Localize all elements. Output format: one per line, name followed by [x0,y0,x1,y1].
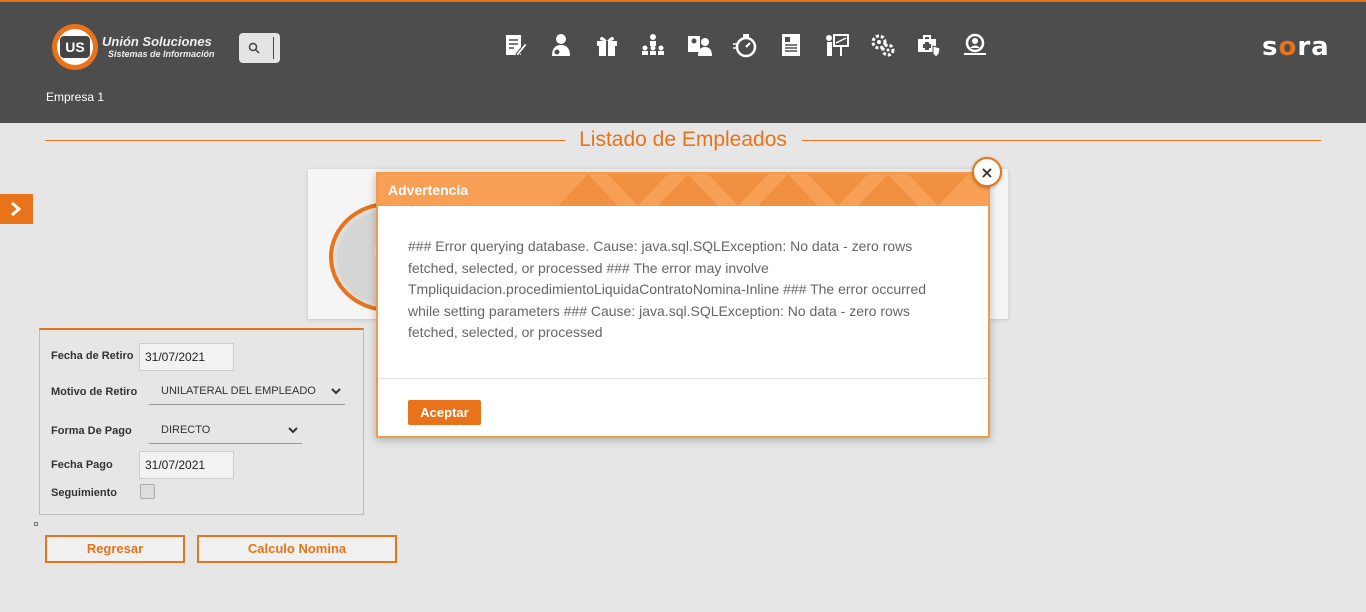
back-button[interactable]: Regresar [45,535,185,563]
logo-subtitle: Sistemas de Información [108,49,215,59]
sora-brand-logo[interactable]: sora [1262,32,1330,62]
company-logo[interactable]: US Unión Soluciones Sistemas de Informac… [52,22,232,70]
fecha-retiro-label: Fecha de Retiro [51,350,134,362]
motivo-retiro-select[interactable]: UNILATERAL DEL EMPLEADO [149,379,345,405]
presentation-icon[interactable] [814,30,860,60]
chevron-down-icon [331,388,341,395]
header-pattern [558,174,968,206]
module-nav [492,30,998,60]
report-icon[interactable] [768,30,814,60]
dialog-divider [378,378,988,379]
search-icon [248,42,260,54]
chevron-right-icon [11,201,22,217]
forma-pago-select[interactable]: DIRECTO [149,418,302,444]
dialog-title: Advertencia [388,182,469,198]
sidebar-toggle-button[interactable] [0,194,33,224]
fecha-pago-label: Fecha Pago [51,459,113,471]
fecha-retiro-input[interactable]: 31/07/2021 [139,343,234,371]
logo-name: Unión Soluciones [102,34,212,49]
chevron-down-icon [288,427,298,434]
stopwatch-icon[interactable] [722,30,768,60]
search-button[interactable] [239,33,280,63]
calculate-payroll-button[interactable]: Calculo Nomina [197,535,397,563]
logo-mark: US [52,24,98,70]
warning-dialog: Advertencia ### Error querying database.… [376,172,990,438]
gift-icon[interactable] [584,30,630,60]
medical-kit-icon[interactable] [906,30,952,60]
org-chart-icon[interactable] [630,30,676,60]
search-user-icon[interactable] [952,30,998,60]
resize-handle [34,522,38,526]
company-name: Empresa 1 [46,90,105,104]
id-card-icon[interactable] [676,30,722,60]
top-header: US Unión Soluciones Sistemas de Informac… [0,0,1366,123]
accept-button[interactable]: Aceptar [408,400,481,425]
employee-icon[interactable] [538,30,584,60]
motivo-retiro-label: Motivo de Retiro [51,386,138,398]
dialog-message: ### Error querying database. Cause: java… [408,238,927,340]
forma-pago-label: Forma De Pago [51,425,132,437]
seguimiento-checkbox[interactable] [140,484,155,499]
retirement-form: Fecha de Retiro 31/07/2021 Motivo de Ret… [39,328,364,515]
close-dialog-button[interactable]: × [972,157,1002,187]
page-title: Listado de Empleados [0,128,1366,152]
gears-icon[interactable] [860,30,906,60]
dialog-header: Advertencia [378,174,988,206]
seguimiento-label: Seguimiento [51,487,118,499]
document-edit-icon[interactable] [492,30,538,60]
close-icon: × [980,163,994,182]
fecha-pago-input[interactable]: 31/07/2021 [139,451,234,479]
